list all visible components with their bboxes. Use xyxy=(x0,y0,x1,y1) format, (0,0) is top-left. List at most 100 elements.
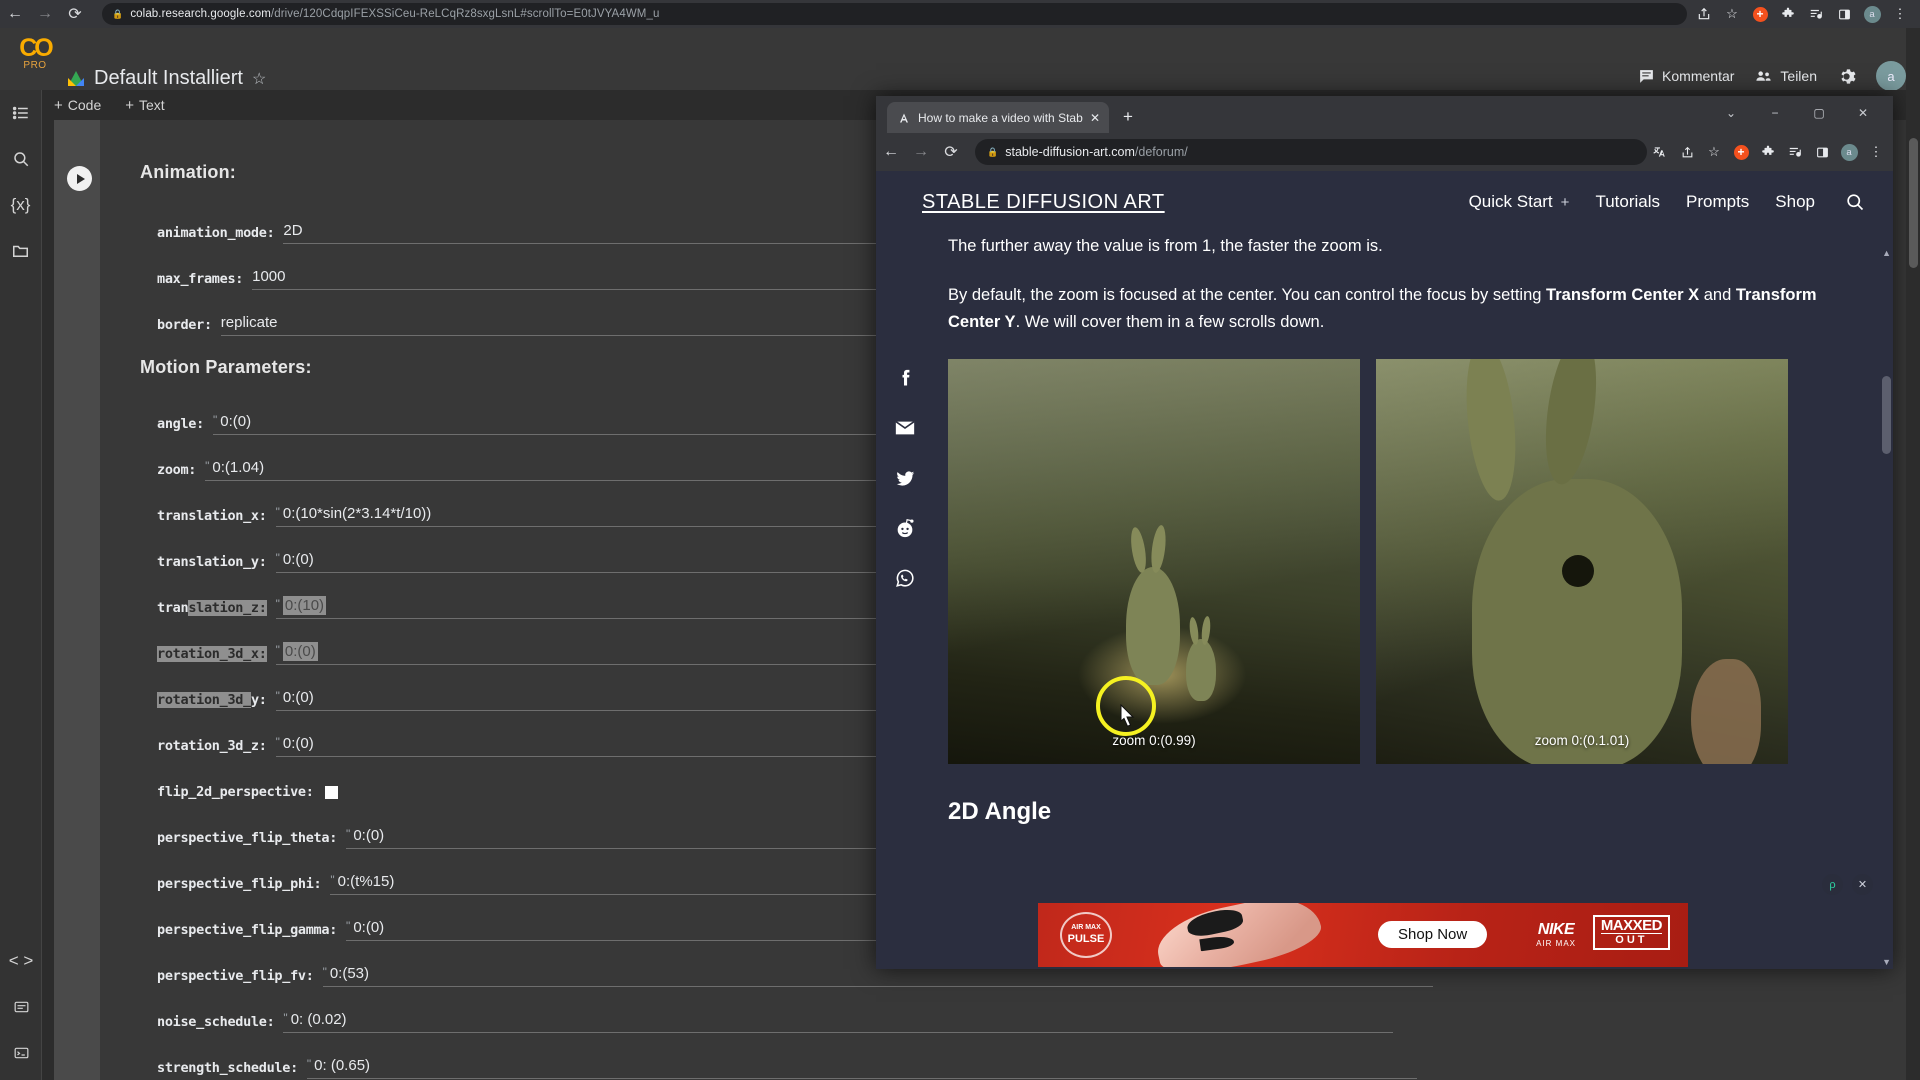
sidebar-panel-icon[interactable] xyxy=(1809,140,1835,164)
new-tab-button[interactable]: + xyxy=(1123,107,1133,127)
maxxed-out-lockup: MAXXED OUT xyxy=(1592,915,1670,950)
browser1-extensions: ☆ + a ⋮ xyxy=(1691,2,1919,26)
comment-label: Kommentar xyxy=(1662,68,1735,84)
add-code-cell-button[interactable]: + Code xyxy=(54,97,101,114)
settings-gear-icon[interactable] xyxy=(1837,67,1856,86)
scrollbar-thumb[interactable] xyxy=(1909,138,1918,268)
reading-list-icon[interactable] xyxy=(1782,140,1808,164)
forward-button[interactable]: → xyxy=(906,140,936,164)
chrome-menu-icon[interactable]: ⋮ xyxy=(1863,140,1889,164)
browser-tab[interactable]: How to make a video with Stable ✕ xyxy=(887,102,1109,133)
profile-avatar[interactable]: a xyxy=(1859,2,1885,26)
field-checkbox-flip-2d-perspective[interactable] xyxy=(324,786,338,799)
close-tab-icon[interactable]: ✕ xyxy=(1090,111,1100,125)
sidebar-panel-icon[interactable] xyxy=(1831,2,1857,26)
field-value: 2D xyxy=(283,222,303,239)
orange-extension-icon[interactable]: + xyxy=(1728,140,1754,164)
browser-window-stable-diffusion-art[interactable]: How to make a video with Stable ✕ + ⌄ − … xyxy=(876,96,1893,969)
example-image-zoom-099[interactable]: zoom 0:(0.99) xyxy=(948,358,1360,764)
nav-expand-plus-icon[interactable]: + xyxy=(1561,194,1570,211)
comment-button[interactable]: Kommentar xyxy=(1638,68,1734,85)
bookmark-star-icon[interactable]: ☆ xyxy=(1701,140,1727,164)
add-text-cell-button[interactable]: + Text xyxy=(125,97,164,114)
nav-quick-start[interactable]: Quick Start xyxy=(1469,192,1553,212)
forward-button[interactable]: → xyxy=(30,2,60,26)
orange-extension-icon[interactable]: + xyxy=(1747,2,1773,26)
paragraph-transform-center: By default, the zoom is focused at the c… xyxy=(948,282,1853,336)
twitter-icon[interactable] xyxy=(893,466,917,490)
url-host: colab.research.google.com xyxy=(130,8,271,20)
back-button[interactable]: ← xyxy=(876,140,906,164)
colab-page-scrollbar[interactable] xyxy=(1906,28,1920,1080)
nav-tutorials[interactable]: Tutorials xyxy=(1595,192,1660,212)
nav-shop[interactable]: Shop xyxy=(1775,192,1815,212)
code-snippets-icon[interactable]: < > xyxy=(0,938,42,984)
scroll-down-arrow-icon[interactable]: ▼ xyxy=(1882,957,1891,967)
whatsapp-icon[interactable] xyxy=(893,566,917,590)
field-label-rotation-3d-z: rotation_3d_z: xyxy=(157,738,267,754)
reload-button[interactable]: ⟳ xyxy=(60,2,90,26)
search-icon[interactable] xyxy=(0,136,42,182)
facebook-icon[interactable] xyxy=(893,366,917,390)
tab-favicon-icon xyxy=(896,110,911,125)
email-icon[interactable] xyxy=(893,416,917,440)
reddit-icon[interactable] xyxy=(893,516,917,540)
colab-rail-bottom: < > xyxy=(0,938,42,1076)
field-input-strength-schedule[interactable]: " 0: (0.65) xyxy=(306,1057,1417,1079)
address-bar[interactable]: 🔒 colab.research.google.com/drive/120Cdq… xyxy=(102,3,1687,25)
reload-button[interactable]: ⟳ xyxy=(936,140,966,164)
colab-user-avatar[interactable]: a xyxy=(1876,61,1906,91)
tab-search-chevron-icon[interactable]: ⌄ xyxy=(1709,100,1753,126)
cell-run-gutter xyxy=(54,120,100,1080)
translate-icon[interactable] xyxy=(1647,140,1673,164)
terminal-icon[interactable] xyxy=(0,1030,42,1076)
puzzle-extension-icon[interactable] xyxy=(1775,2,1801,26)
shop-now-button[interactable]: Shop Now xyxy=(1378,921,1488,948)
variables-icon[interactable]: {x} xyxy=(0,182,42,228)
share-icon[interactable] xyxy=(1691,2,1717,26)
back-button[interactable]: ← xyxy=(0,2,30,26)
browser2-extensions: ☆ + a ⋮ xyxy=(1647,140,1893,164)
run-cell-button[interactable] xyxy=(67,166,92,191)
nav-prompts[interactable]: Prompts xyxy=(1686,192,1749,212)
field-input-noise-schedule[interactable]: " 0: (0.02) xyxy=(283,1011,1394,1033)
chrome-menu-icon[interactable]: ⋮ xyxy=(1887,2,1913,26)
reading-list-icon[interactable] xyxy=(1803,2,1829,26)
scrollbar-thumb[interactable] xyxy=(1882,376,1891,454)
scroll-up-arrow-icon[interactable]: ▲ xyxy=(1882,248,1891,258)
maximize-button[interactable]: ▢ xyxy=(1797,100,1841,126)
privacy-badge-icon[interactable]: ρ xyxy=(1822,874,1843,895)
field-value: 0:(0) xyxy=(282,642,318,661)
files-icon[interactable] xyxy=(0,228,42,274)
minimize-button[interactable]: − xyxy=(1753,100,1797,126)
example-image-zoom-0101[interactable]: zoom 0:(0.1.01) xyxy=(1376,358,1788,764)
search-icon[interactable] xyxy=(1845,192,1865,212)
field-value: replicate xyxy=(220,314,278,331)
field-label-perspective-flip-phi: perspective_flip_phi: xyxy=(157,876,322,892)
share-icon[interactable] xyxy=(1674,140,1700,164)
bunny-ear-shape xyxy=(1188,616,1200,646)
url-host: stable-diffusion-art.com xyxy=(1005,145,1135,159)
bunny-shape-closeup xyxy=(1472,478,1682,764)
field-label-translation-z: translation_z: xyxy=(157,600,267,616)
share-button[interactable]: Teilen xyxy=(1754,68,1817,85)
field-value: 0:(t%15) xyxy=(337,873,395,890)
close-ad-icon[interactable]: ✕ xyxy=(1852,874,1873,895)
puzzle-extension-icon[interactable] xyxy=(1755,140,1781,164)
site-logo[interactable]: STABLE DIFFUSION ART xyxy=(922,191,1165,214)
bunny-shape-small xyxy=(1186,638,1216,701)
field-label-perspective-flip-fv: perspective_flip_fv: xyxy=(157,968,314,984)
bookmark-star-icon[interactable]: ☆ xyxy=(1719,2,1745,26)
field-label-border: border: xyxy=(157,317,212,333)
star-icon[interactable]: ☆ xyxy=(252,69,266,89)
table-of-contents-icon[interactable] xyxy=(0,90,42,136)
address-bar[interactable]: 🔒 stable-diffusion-art.com/deforum/ xyxy=(975,139,1647,165)
advertisement-banner[interactable]: AIR MAX PULSE Shop Now NIKE AIR MAX MAXX… xyxy=(1038,903,1688,967)
command-palette-icon[interactable] xyxy=(0,984,42,1030)
form-row: noise_schedule: " 0: (0.02) xyxy=(100,987,1920,1033)
field-label-perspective-flip-gamma: perspective_flip_gamma: xyxy=(157,922,338,938)
close-window-button[interactable]: ✕ xyxy=(1841,100,1885,126)
page-scrollbar[interactable]: ▲ ▼ xyxy=(1879,246,1893,969)
notebook-title[interactable]: Default Installiert xyxy=(94,67,243,90)
profile-avatar[interactable]: a xyxy=(1836,140,1862,164)
